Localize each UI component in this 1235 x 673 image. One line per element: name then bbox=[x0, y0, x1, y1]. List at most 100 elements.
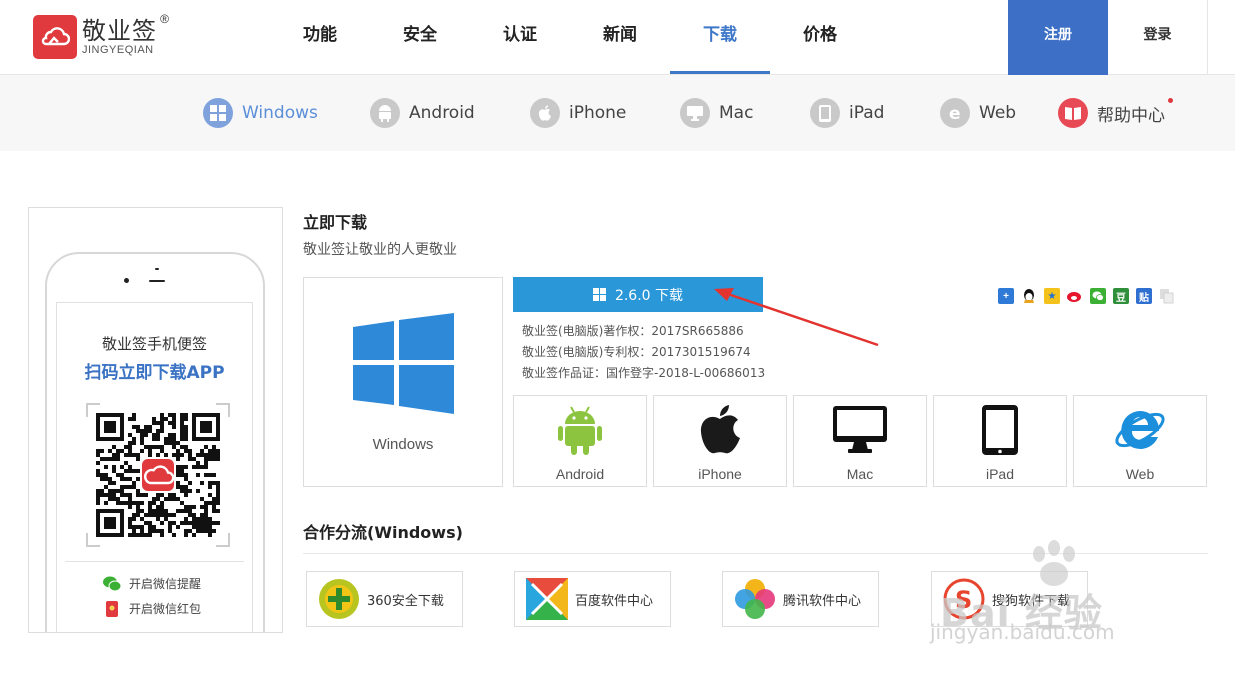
plus-icon[interactable]: + bbox=[998, 288, 1014, 304]
logo-name-en: JINGYEQIAN bbox=[82, 43, 154, 56]
logo-cloud-icon bbox=[33, 15, 77, 59]
sogou-icon: S bbox=[942, 577, 986, 621]
coop-item-baidu[interactable]: 百度软件中心 bbox=[514, 571, 671, 627]
os-card-mac[interactable]: Mac bbox=[793, 395, 927, 487]
platform-tab-help[interactable]: 帮助中心 bbox=[1058, 96, 1173, 130]
weibo-icon[interactable] bbox=[1067, 288, 1083, 304]
windows-card-label: Windows bbox=[372, 436, 434, 453]
svg-text:e: e bbox=[949, 104, 961, 122]
wechat-reminder-link[interactable]: 开启微信提醒 bbox=[103, 575, 201, 592]
os-card-label: Mac bbox=[846, 466, 874, 482]
apple-icon bbox=[654, 404, 786, 456]
platform-tab-ipad[interactable]: iPad bbox=[810, 96, 884, 130]
coop-item-label: 百度软件中心 bbox=[575, 593, 654, 609]
main-nav: 功能 安全 认证 新闻 下载 价格 bbox=[270, 0, 870, 74]
platform-label: iPhone bbox=[569, 103, 627, 123]
windows-icon bbox=[203, 98, 233, 128]
os-card-label: iPhone bbox=[698, 466, 742, 482]
tencent-soft-icon bbox=[733, 577, 777, 621]
baidu-soft-icon bbox=[525, 577, 569, 621]
phone-camera bbox=[124, 278, 129, 283]
logo-name-cn: 敬业签 bbox=[82, 16, 157, 45]
os-card-iphone[interactable]: iPhone bbox=[653, 395, 787, 487]
platform-label: Windows bbox=[242, 103, 318, 123]
wechat-icon[interactable] bbox=[1090, 288, 1106, 304]
tablet-icon bbox=[934, 404, 1066, 456]
platform-label: Web bbox=[979, 103, 1017, 123]
nav-item-features[interactable]: 功能 bbox=[270, 0, 370, 74]
mobile-app-card: 敬业签手机便签 扫码立即下载APP 开启微信提醒 开启微信红包 bbox=[28, 207, 283, 633]
wechat-red-envelope-link[interactable]: 开启微信红包 bbox=[103, 600, 201, 617]
ie-icon bbox=[1074, 404, 1206, 456]
monitor-icon bbox=[680, 98, 710, 128]
douban-icon[interactable]: 豆 bbox=[1113, 288, 1129, 304]
windows-logo-icon bbox=[353, 313, 454, 414]
apple-icon bbox=[530, 98, 560, 128]
register-button[interactable]: 注册 bbox=[1008, 0, 1108, 75]
qzone-icon[interactable]: ★ bbox=[1044, 288, 1060, 304]
nav-item-pricing[interactable]: 价格 bbox=[770, 0, 870, 74]
annotation-arrow-icon bbox=[714, 288, 879, 347]
platform-label: Android bbox=[409, 103, 475, 123]
svg-text:S: S bbox=[955, 586, 972, 614]
notification-dot bbox=[1168, 98, 1173, 103]
tieba-icon[interactable]: 贴 bbox=[1136, 288, 1152, 304]
monitor-icon bbox=[794, 404, 926, 456]
wechat-reminder-label: 开启微信提醒 bbox=[129, 577, 202, 591]
book-icon bbox=[1058, 98, 1088, 128]
header: 敬业签 JINGYEQIAN ® 功能 安全 认证 新闻 下载 价格 注册 登录 bbox=[0, 0, 1235, 75]
qq-icon[interactable] bbox=[1021, 288, 1037, 304]
login-button[interactable]: 登录 bbox=[1108, 0, 1208, 75]
download-section-subtitle: 敬业签让敬业的人更敬业 bbox=[303, 242, 457, 258]
red-envelope-icon bbox=[106, 600, 118, 617]
platform-label: 帮助中心 bbox=[1097, 105, 1165, 126]
wechat-icon bbox=[103, 576, 121, 591]
phone-screen: 敬业签手机便签 扫码立即下载APP 开启微信提醒 开启微信红包 bbox=[56, 302, 253, 632]
os-card-label: iPad bbox=[985, 466, 1015, 482]
tablet-icon bbox=[810, 98, 840, 128]
os-card-web[interactable]: Web bbox=[1073, 395, 1207, 487]
registered-mark: ® bbox=[160, 11, 169, 26]
coop-item-label: 360安全下载 bbox=[367, 593, 444, 609]
mobile-app-title: 敬业签手机便签 bbox=[101, 335, 207, 353]
phone-speaker bbox=[149, 280, 165, 282]
os-card-label: Android bbox=[555, 466, 605, 482]
android-icon bbox=[514, 404, 646, 456]
phone-frame: 敬业签手机便签 扫码立即下载APP 开启微信提醒 开启微信红包 bbox=[45, 252, 265, 632]
nav-item-news[interactable]: 新闻 bbox=[570, 0, 670, 74]
download-section-title: 立即下载 bbox=[303, 213, 368, 232]
os-card-label: Web bbox=[1125, 466, 1155, 482]
android-icon bbox=[370, 98, 400, 128]
coop-item-sogou[interactable]: S 搜狗软件下载 bbox=[931, 571, 1088, 627]
qr-code bbox=[86, 403, 230, 547]
windows-card[interactable]: Windows bbox=[303, 277, 503, 487]
coop-item-tencent[interactable]: 腾讯软件中心 bbox=[722, 571, 879, 627]
os-card-android[interactable]: Android bbox=[513, 395, 647, 487]
copy-icon[interactable] bbox=[1159, 288, 1175, 304]
os-card-ipad[interactable]: iPad bbox=[933, 395, 1067, 487]
windows-icon bbox=[592, 288, 606, 301]
coop-item-label: 搜狗软件下载 bbox=[992, 593, 1071, 609]
platform-tab-mac[interactable]: Mac bbox=[680, 96, 753, 130]
360-icon bbox=[317, 577, 361, 621]
download-button-label: 2.6.0 下载 bbox=[614, 287, 684, 304]
nav-item-security[interactable]: 安全 bbox=[370, 0, 470, 74]
nav-item-certification[interactable]: 认证 bbox=[470, 0, 570, 74]
qr-code-icon bbox=[96, 413, 220, 537]
platform-tab-web[interactable]: e Web bbox=[940, 96, 1016, 130]
coop-section-title: 合作分流(Windows) bbox=[303, 523, 463, 542]
nav-item-download[interactable]: 下载 bbox=[670, 0, 770, 74]
platform-tab-windows[interactable]: Windows bbox=[203, 96, 318, 130]
ie-icon: e bbox=[940, 98, 970, 128]
coop-item-360[interactable]: 360安全下载 bbox=[306, 571, 463, 627]
share-bar: + ★ 豆 贴 bbox=[998, 288, 1182, 304]
logo[interactable]: 敬业签 JINGYEQIAN ® bbox=[33, 12, 169, 59]
coop-item-label: 腾讯软件中心 bbox=[783, 593, 862, 609]
platform-bar: Windows Android iPhone Mac iPad e Web 帮助… bbox=[0, 75, 1235, 151]
wechat-red-envelope-label: 开启微信红包 bbox=[129, 602, 202, 616]
platform-tab-android[interactable]: Android bbox=[370, 96, 475, 130]
platform-tab-iphone[interactable]: iPhone bbox=[530, 96, 626, 130]
work-certificate-info: 敬业签作品证：国作登字-2018-L-00686013 bbox=[522, 366, 766, 380]
platform-label: iPad bbox=[849, 103, 885, 123]
copyright-info: 敬业签(电脑版)著作权：2017SR665886 bbox=[522, 324, 744, 338]
